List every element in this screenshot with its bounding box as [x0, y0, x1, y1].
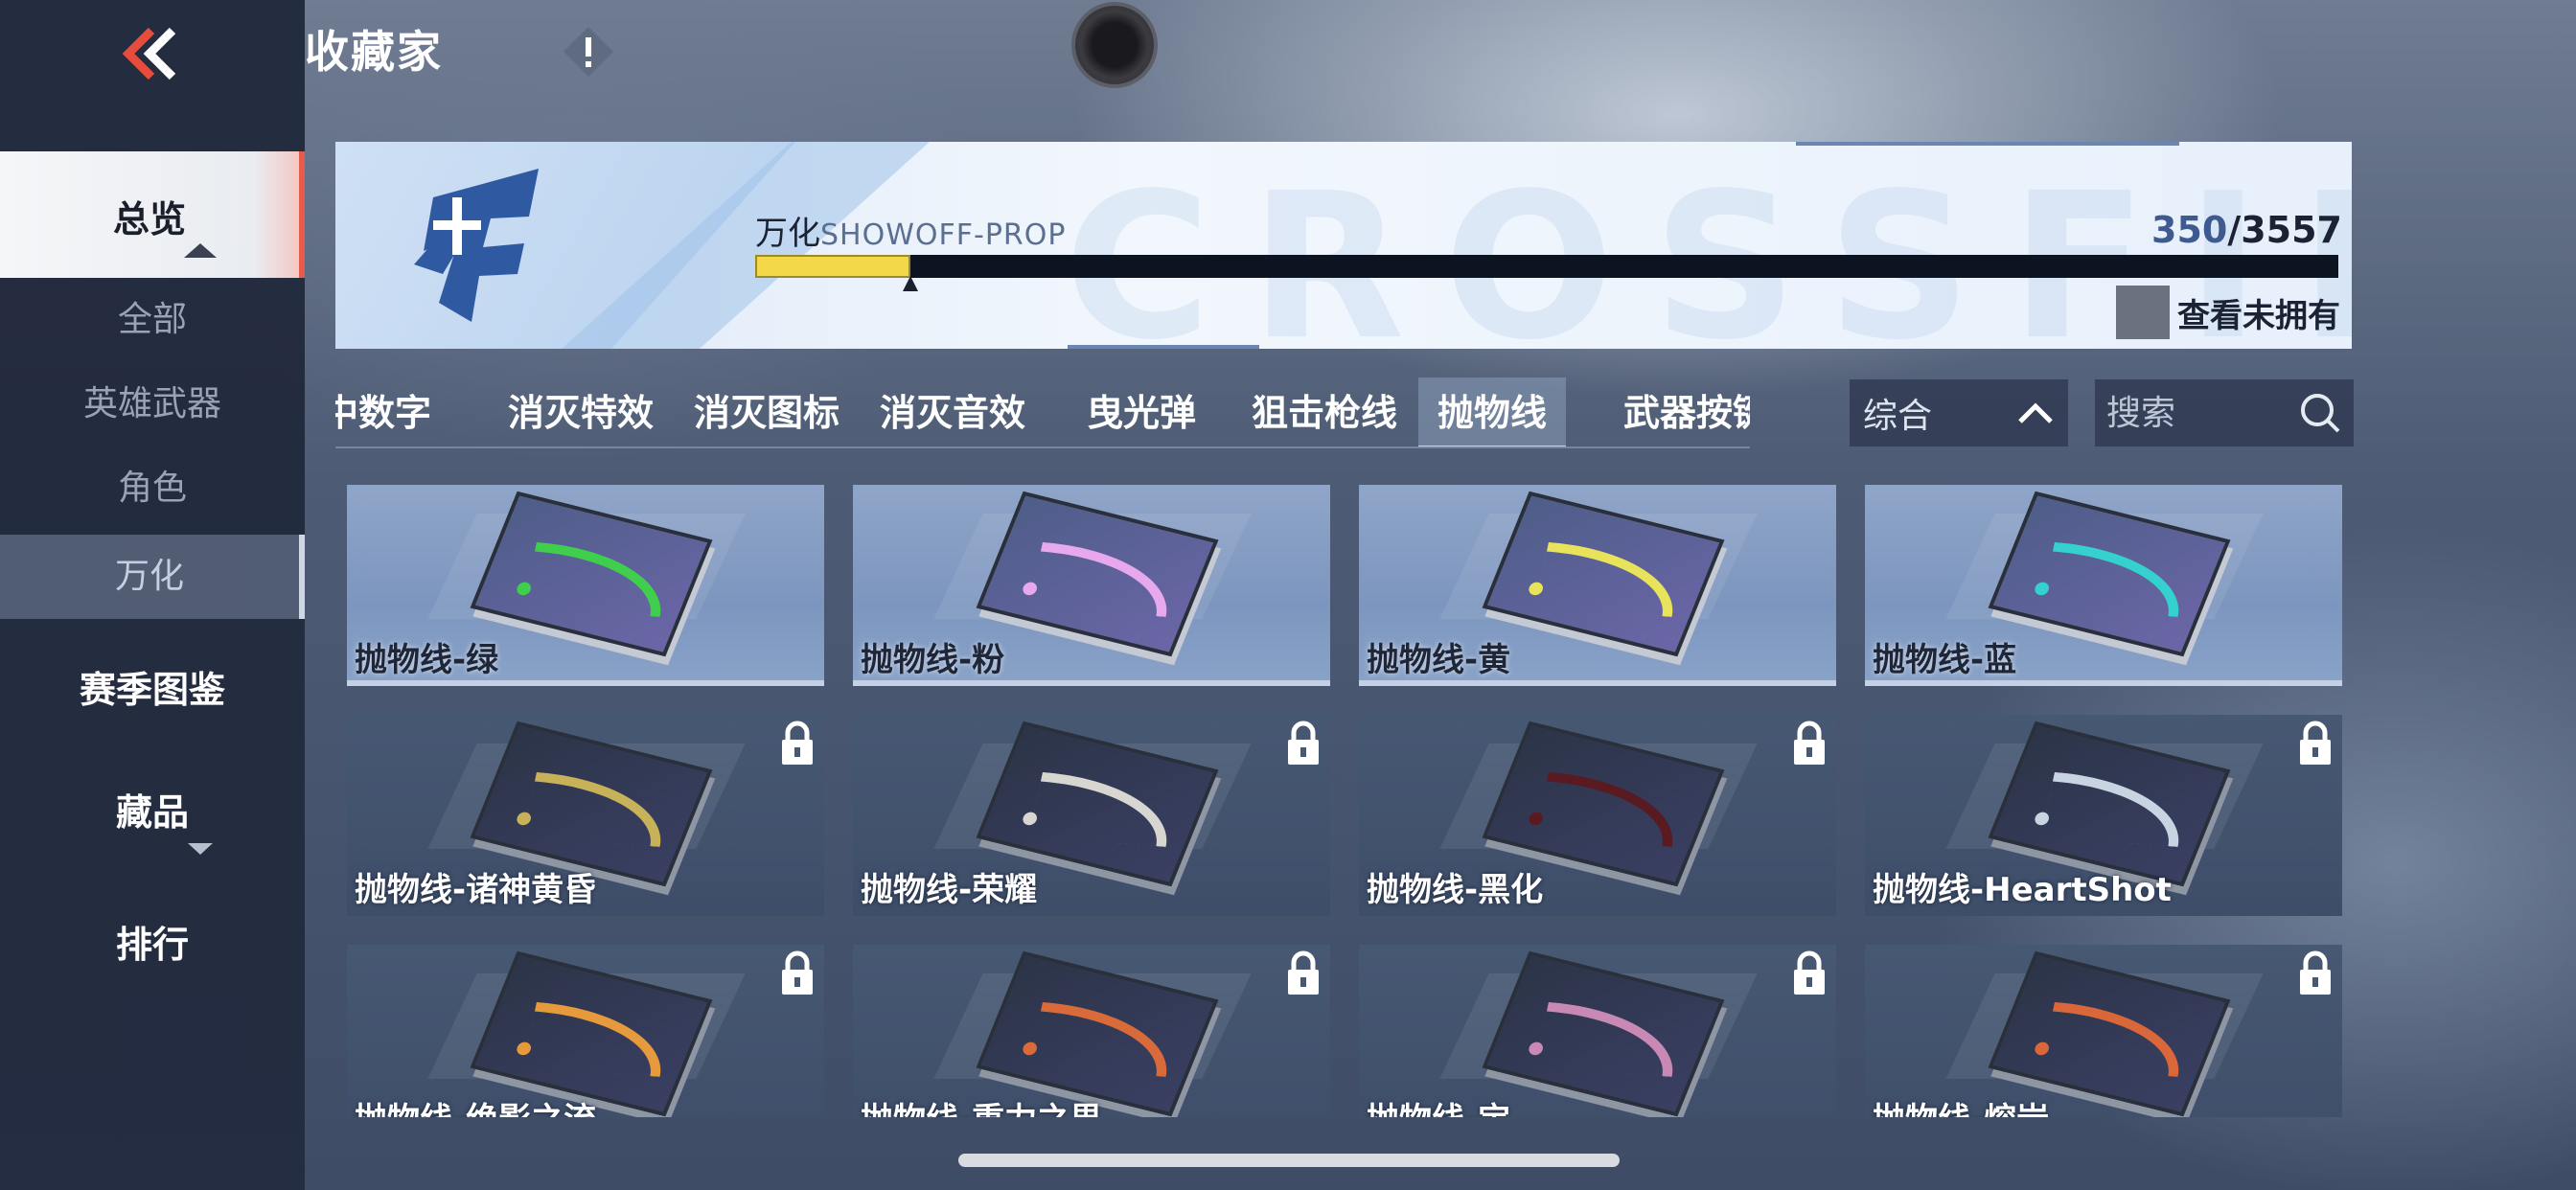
category-title: 万化SHOWOFF-PROP: [755, 207, 1066, 254]
item-name: 抛物线-黄: [1367, 641, 1511, 679]
exclamation-icon: [564, 27, 613, 77]
item-name: 抛物线-熔岩: [1873, 1093, 2049, 1117]
tab-kill-effect[interactable]: 消灭特效: [508, 378, 654, 446]
sidebar-item-showoff[interactable]: 万化: [0, 535, 305, 619]
lock-icon: [1790, 950, 1828, 996]
parabola-trail: [1028, 771, 1180, 847]
lock-icon: [1284, 950, 1322, 996]
tab-weapon-button[interactable]: 武器按键: [1623, 378, 1750, 446]
item-name: 抛物线-诸神黄昏: [355, 871, 597, 909]
category-tabs: 命中数字 消灭特效 消灭图标 消灭音效 曳光弹 狙击枪线 抛物线 武器按键: [335, 378, 1750, 448]
sort-label: 综合: [1863, 397, 1933, 436]
sidebar-item-season-catalog[interactable]: 赛季图鉴: [0, 661, 305, 719]
sidebar-item-collection[interactable]: 藏品: [0, 784, 305, 841]
chevron-up-icon: [2018, 402, 2053, 423]
parabola-trail: [1534, 1001, 1686, 1077]
owned-count: 350: [2151, 209, 2228, 251]
lock-icon: [1284, 721, 1322, 767]
item-card[interactable]: 抛物线-重力之界: [853, 945, 1330, 1117]
tab-hit-number[interactable]: 命中数字: [335, 378, 431, 446]
view-unowned-label: 查看未拥有: [2177, 296, 2340, 335]
item-card[interactable]: 抛物线-粉: [853, 485, 1330, 686]
nav-overview-label: 总览: [112, 198, 186, 240]
banner-line: [1796, 142, 2179, 146]
item-name: 抛物线-粉: [861, 641, 1005, 679]
item-grid: 抛物线-绿 抛物线-粉 抛物线-黄 抛物线-蓝抛物线-诸神黄昏 抛物线-荣耀 抛物线-黑化…: [347, 485, 2344, 1117]
tab-sniper-line[interactable]: 狙击枪线: [1252, 378, 1397, 446]
category-name: 万化: [755, 215, 820, 253]
parabola-trail: [1534, 771, 1686, 847]
parabola-trail: [1028, 541, 1180, 617]
item-name: 抛物线-绝影之流: [355, 1093, 596, 1117]
parabola-trail: [1534, 541, 1686, 617]
view-unowned-checkbox[interactable]: [2116, 286, 2170, 339]
total-count: /3557: [2227, 209, 2342, 251]
parabola-trail: [2040, 1001, 2192, 1077]
tab-tracer[interactable]: 曳光弹: [1087, 378, 1196, 446]
item-card[interactable]: 抛物线-诸神黄昏: [347, 715, 824, 916]
collection-progress-bar: [755, 255, 2338, 278]
item-card[interactable]: 抛物线-绿: [347, 485, 824, 686]
info-button[interactable]: [562, 25, 615, 79]
caret-up-icon: [184, 243, 217, 258]
sidebar-item-all[interactable]: 全部: [0, 278, 305, 362]
sort-dropdown[interactable]: 综合: [1850, 379, 2068, 446]
item-card[interactable]: 抛物线-荣耀: [853, 715, 1330, 916]
collection-count: 350/3557: [2151, 209, 2342, 251]
caret-down-icon: [188, 843, 213, 855]
item-name: 抛物线-荣耀: [861, 871, 1038, 909]
parabola-trail: [1028, 1001, 1180, 1077]
tab-kill-sound[interactable]: 消灭音效: [880, 378, 1025, 446]
item-card[interactable]: 抛物线-黄: [1359, 485, 1836, 686]
parabola-trail: [522, 771, 674, 847]
category-en-name: SHOWOFF-PROP: [820, 218, 1067, 252]
sidebar-item-characters[interactable]: 角色: [0, 446, 305, 531]
item-card[interactable]: 抛物线-HeartShot: [1865, 715, 2342, 916]
item-card[interactable]: 抛物线-蓝: [1865, 485, 2342, 686]
crossfire-logo-icon: [414, 169, 539, 322]
collection-banner: CROSSFIRE 万化SHOWOFF-PROP 350/3557 查看未拥有: [335, 142, 2352, 349]
banner-line: [1068, 345, 1259, 349]
camera-cutout: [1075, 6, 1154, 84]
parabola-trail: [2040, 771, 2192, 847]
double-chevron-left-icon: [122, 27, 176, 80]
item-name: 抛物线-绿: [355, 641, 499, 679]
sidebar-item-hero-weapons[interactable]: 英雄武器: [0, 362, 305, 446]
sidebar-item-ranking[interactable]: 排行: [0, 916, 305, 973]
lock-icon: [778, 721, 816, 767]
item-card[interactable]: 抛物线-宝: [1359, 945, 1836, 1117]
search-input[interactable]: [2106, 393, 2288, 433]
sidebar: 总览 全部 英雄武器 角色 万化 赛季图鉴 藏品 排行: [0, 0, 305, 1190]
progress-marker-icon: [903, 276, 918, 291]
item-name: 抛物线-HeartShot: [1873, 871, 2172, 909]
item-card[interactable]: 抛物线-熔岩: [1865, 945, 2342, 1117]
lock-icon: [1790, 721, 1828, 767]
parabola-trail: [522, 1001, 674, 1077]
parabola-trail: [522, 541, 674, 617]
item-card[interactable]: 抛物线-黑化: [1359, 715, 1836, 916]
item-name: 抛物线-重力之界: [861, 1093, 1102, 1117]
item-name: 抛物线-宝: [1367, 1093, 1510, 1117]
lock-icon: [2296, 721, 2334, 767]
back-button[interactable]: [115, 23, 184, 84]
search-icon[interactable]: [2298, 391, 2342, 435]
parabola-trail: [2040, 541, 2192, 617]
home-indicator[interactable]: [958, 1154, 1620, 1167]
item-card[interactable]: 抛物线-绝影之流: [347, 945, 824, 1117]
item-name: 抛物线-黑化: [1367, 871, 1544, 909]
page-title: 收藏家: [305, 26, 443, 78]
tab-parabola[interactable]: 抛物线: [1418, 378, 1567, 446]
lock-icon: [778, 950, 816, 996]
tab-kill-icon[interactable]: 消灭图标: [694, 378, 840, 446]
lock-icon: [2296, 950, 2334, 996]
view-unowned-toggle[interactable]: 查看未拥有: [2116, 286, 2340, 339]
search-box[interactable]: [2095, 379, 2354, 446]
nav-overview[interactable]: 总览: [0, 151, 305, 278]
progress-fill: [755, 255, 910, 278]
item-name: 抛物线-蓝: [1873, 641, 2017, 679]
